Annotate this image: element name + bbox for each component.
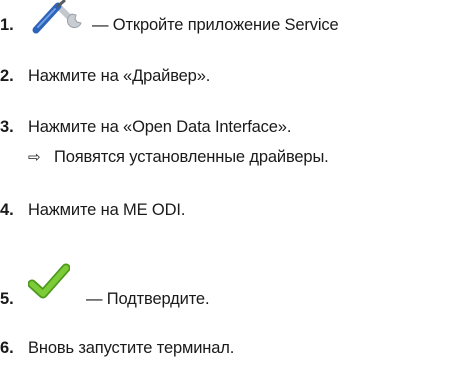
step-4: 4. Нажмите на ME ODI.: [0, 195, 185, 225]
result-arrow-icon: ⇨: [28, 149, 41, 166]
step-text: Нажмите на «Драйвер».: [28, 66, 211, 85]
step-2: 2. Нажмите на «Драйвер».: [0, 61, 210, 91]
step-number: 1.: [0, 15, 14, 34]
step-text: — Подтвердите.: [86, 289, 210, 308]
step-3-result: ⇨ Появятся установленные драйверы.: [28, 144, 329, 170]
step-5-text: — Подтвердите.: [86, 284, 210, 314]
step-1: 1.: [0, 10, 28, 40]
step-number: 2.: [0, 66, 14, 85]
step-3: 3. Нажмите на «Open Data Interface».: [0, 112, 291, 142]
step-1-text: — Откройте приложение Service: [92, 10, 339, 40]
step-number: 3.: [0, 117, 14, 136]
step-number: 5.: [0, 289, 14, 308]
step-number: 6.: [0, 338, 14, 357]
step-text: Нажмите на ME ODI.: [28, 200, 186, 219]
step-6: 6. Вновь запустите терминал.: [0, 333, 234, 363]
wrench-icon: [32, 0, 82, 34]
step-text: Вновь запустите терминал.: [28, 338, 235, 357]
step-5: 5.: [0, 284, 28, 314]
step-number: 4.: [0, 200, 14, 219]
checkmark-icon: [28, 263, 70, 299]
result-text: Появятся установленные драйверы.: [54, 147, 329, 166]
step-text: Нажмите на «Open Data Interface».: [28, 117, 292, 136]
step-text: — Откройте приложение Service: [92, 15, 339, 34]
